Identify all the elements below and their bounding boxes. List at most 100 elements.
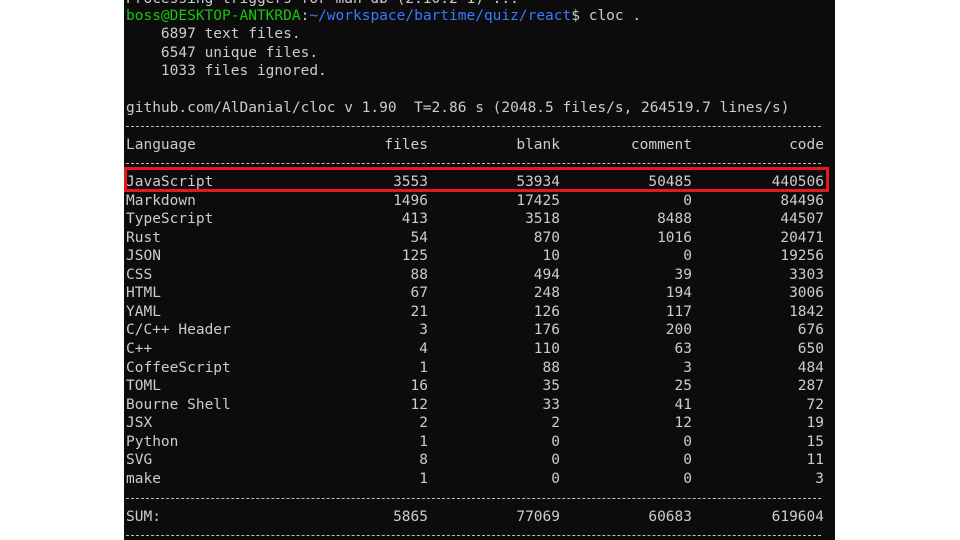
separator-line — [126, 126, 821, 127]
row-comment: 0 — [683, 470, 692, 487]
row-comment: 0 — [683, 433, 692, 450]
sum-comment: 60683 — [648, 509, 692, 525]
sum-row: SUM: 5865 77069 60683 619604 — [126, 508, 826, 526]
separator-line — [126, 163, 821, 164]
table-row: Rust 54 870 1016 20471 — [126, 229, 826, 247]
row-language: YAML — [126, 303, 161, 320]
row-comment: 12 — [674, 415, 692, 432]
table-row: C/C++ Header 3 176 200 676 — [126, 321, 826, 339]
terminal-window[interactable]: Processing triggers for man-db (2.10.2-1… — [124, 0, 835, 540]
header-comment: comment — [630, 137, 692, 153]
row-language: TOML — [126, 378, 161, 395]
prompt-symbol: $ — [571, 8, 580, 24]
row-blank: 0 — [551, 470, 560, 487]
row-files: 1 — [419, 470, 428, 487]
table-row: JSON 125 10 0 19256 — [126, 247, 826, 265]
prompt-path: ~/workspace/bartime/quiz/react — [309, 8, 572, 24]
row-language: TypeScript — [126, 211, 214, 228]
row-language: Bourne Shell — [126, 396, 231, 413]
table-row: Python 1 0 0 15 — [126, 433, 826, 451]
row-language: JSX — [126, 415, 153, 432]
row-code: 287 — [797, 378, 824, 395]
sum-label: SUM: — [126, 509, 161, 525]
row-code: 3 — [815, 470, 824, 487]
row-comment: 41 — [674, 396, 692, 413]
row-language: make — [126, 470, 161, 487]
row-comment: 200 — [665, 322, 692, 339]
row-language: JSON — [126, 248, 161, 265]
row-files: 1 — [419, 433, 428, 450]
row-files: 1 — [419, 359, 428, 376]
row-code: 72 — [806, 396, 824, 413]
table-row: C++ 4 110 63 650 — [126, 340, 826, 358]
row-files: 4 — [419, 340, 428, 357]
row-files: 8 — [419, 452, 428, 469]
row-language: Rust — [126, 229, 161, 246]
row-comment: 39 — [674, 266, 692, 283]
row-code: 650 — [797, 340, 824, 357]
separator-line — [126, 535, 821, 536]
row-files: 16 — [410, 378, 428, 395]
row-language: CSS — [126, 266, 153, 283]
row-language: Python — [126, 433, 179, 450]
row-code: 20471 — [780, 229, 824, 246]
row-language: Markdown — [126, 192, 196, 209]
table-row: SVG 8 0 0 11 — [126, 451, 826, 469]
row-language: HTML — [126, 285, 161, 302]
header-files: files — [384, 137, 428, 153]
row-code: 84496 — [780, 192, 824, 209]
sum-code: 619604 — [771, 509, 824, 525]
row-files: 21 — [410, 303, 428, 320]
row-language: SVG — [126, 452, 153, 469]
row-files: 88 — [410, 266, 428, 283]
sum-files: 5865 — [393, 509, 428, 525]
row-blank: 110 — [533, 340, 560, 357]
row-blank: 126 — [533, 303, 560, 320]
summary-unique-files: 6547 unique files. — [126, 45, 319, 61]
row-code: 484 — [797, 359, 824, 376]
table-row: YAML 21 126 117 1842 — [126, 303, 826, 321]
row-comment: 117 — [665, 303, 692, 320]
row-comment: 1016 — [657, 229, 692, 246]
row-code: 676 — [797, 322, 824, 339]
summary-ignored-files: 1033 files ignored. — [126, 63, 327, 79]
row-code: 44507 — [780, 211, 824, 228]
table-header-row: Language files blank comment code — [126, 136, 826, 154]
row-comment: 0 — [683, 452, 692, 469]
row-files: 67 — [410, 285, 428, 302]
table-row: TOML 16 35 25 287 — [126, 377, 826, 395]
row-blank: 0 — [551, 433, 560, 450]
row-language: CoffeeScript — [126, 359, 231, 376]
row-blank: 35 — [542, 378, 560, 395]
row-blank: 88 — [542, 359, 560, 376]
row-files: 2 — [419, 415, 428, 432]
row-code: 3303 — [789, 266, 824, 283]
row-comment: 3 — [683, 359, 692, 376]
table-row: Markdown 1496 17425 0 84496 — [126, 192, 826, 210]
row-language: C/C++ Header — [126, 322, 231, 339]
row-files: 54 — [410, 229, 428, 246]
row-files: 1496 — [393, 192, 428, 209]
sum-blank: 77069 — [516, 509, 560, 525]
table-row: HTML 67 248 194 3006 — [126, 284, 826, 302]
row-comment: 0 — [683, 192, 692, 209]
header-blank: blank — [516, 137, 560, 153]
table-row: TypeScript 413 3518 8488 44507 — [126, 210, 826, 228]
row-files: 12 — [410, 396, 428, 413]
highlight-box — [124, 167, 829, 192]
header-language: Language — [126, 137, 196, 153]
row-code: 15 — [806, 433, 824, 450]
row-comment: 25 — [674, 378, 692, 395]
header-code: code — [789, 137, 824, 153]
row-language: C++ — [126, 340, 153, 357]
cloc-version-line: github.com/AlDanial/cloc v 1.90 T=2.86 s… — [126, 100, 790, 116]
row-blank: 33 — [542, 396, 560, 413]
table-row: CoffeeScript 1 88 3 484 — [126, 359, 826, 377]
row-comment: 0 — [683, 248, 692, 265]
row-comment: 8488 — [657, 211, 692, 228]
prompt-user-host: boss@DESKTOP-ANTKRDA — [126, 8, 301, 24]
row-comment: 63 — [674, 340, 692, 357]
row-code: 3006 — [789, 285, 824, 302]
row-code: 11 — [806, 452, 824, 469]
summary-text-files: 6897 text files. — [126, 26, 301, 42]
